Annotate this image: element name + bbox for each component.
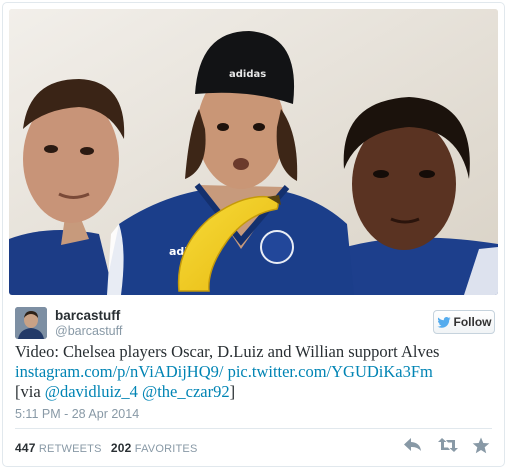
mention-davidluiz[interactable]: @davidluiz_4 — [45, 382, 138, 401]
photo-illustration: adidas adidas — [9, 9, 498, 295]
via-prefix: [via — [15, 382, 45, 401]
favorite-icon[interactable] — [472, 437, 490, 454]
tweet-text-line-3: [via @davidluiz_4 @the_czar92] — [15, 382, 495, 402]
svg-text:adidas: adidas — [229, 69, 266, 80]
follow-button[interactable]: Follow — [433, 310, 495, 334]
favorites-count[interactable]: 202 — [111, 441, 132, 455]
retweets-label[interactable]: RETWEETS — [39, 443, 102, 455]
favorites-label[interactable]: FAVORITES — [135, 443, 198, 455]
tweet-text-line-1: Video: Chelsea players Oscar, D.Luiz and… — [15, 342, 440, 361]
user-handle[interactable]: @barcastuff — [55, 324, 122, 338]
tweet-text: Video: Chelsea players Oscar, D.Luiz and… — [15, 342, 495, 402]
retweet-icon-svg — [438, 438, 458, 452]
tweet-actions — [404, 437, 490, 454]
favorite-icon-svg — [472, 437, 490, 454]
user-name[interactable]: barcastuff — [55, 308, 120, 323]
tweet-text-line-2: instagram.com/p/nViADijHQ9/ pic.twitter.… — [15, 362, 495, 382]
tweet-header: barcastuff @barcastuff Follow — [15, 307, 495, 339]
tweet-timestamp[interactable]: 5:11 PM - 28 Apr 2014 — [15, 407, 139, 421]
instagram-link[interactable]: instagram.com/p/nViADijHQ9/ — [15, 362, 223, 381]
mention-the-czar[interactable]: @the_czar92 — [142, 382, 230, 401]
follow-label: Follow — [453, 315, 492, 329]
tweet-stats: 447 RETWEETS 202 FAVORITES — [15, 441, 198, 455]
retweets-count[interactable]: 447 — [15, 441, 36, 455]
reply-icon-svg — [404, 438, 421, 451]
via-suffix: ] — [229, 382, 236, 401]
divider — [15, 428, 492, 429]
reply-icon[interactable] — [404, 437, 422, 453]
twitter-bird-icon — [436, 316, 451, 328]
tweet-photo[interactable]: adidas adidas — [9, 9, 498, 295]
tweet-card: adidas adidas barcastuff @barcastuff — [2, 2, 505, 467]
avatar-image — [15, 307, 47, 339]
retweet-icon[interactable] — [438, 437, 458, 453]
pic-link[interactable]: pic.twitter.com/YGUDiKa3Fm — [228, 362, 433, 381]
avatar[interactable] — [15, 307, 47, 339]
